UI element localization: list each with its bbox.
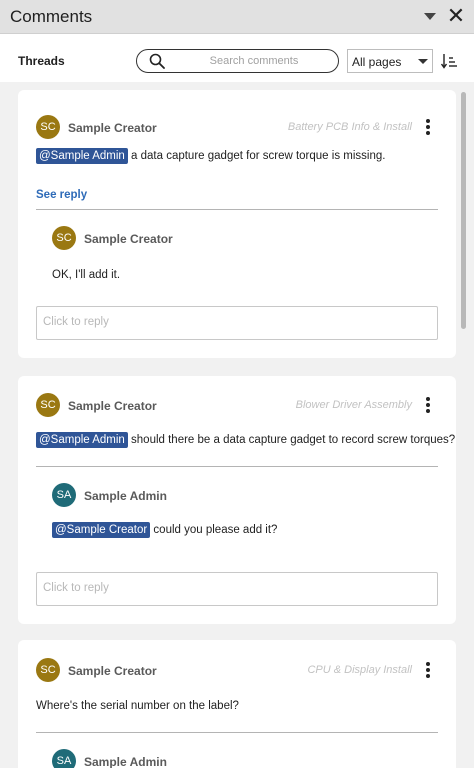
avatar: SC	[52, 226, 76, 250]
reply-author-name: Sample Admin	[84, 755, 167, 768]
more-options-icon[interactable]	[422, 661, 434, 681]
comment-body: a data capture gadget for screw torque i…	[131, 150, 386, 162]
search-icon	[149, 53, 165, 69]
page-reference[interactable]: Blower Driver Assembly	[212, 399, 412, 411]
thread-card: SC Sample Creator Battery PCB Info & Ins…	[18, 90, 456, 358]
comment-text: @Sample Admin should there be a data cap…	[36, 432, 455, 448]
more-options-icon[interactable]	[422, 118, 434, 138]
thread-card: SC Sample Creator CPU & Display Install …	[18, 640, 456, 768]
avatar: SA	[52, 483, 76, 507]
search-input[interactable]	[179, 53, 329, 69]
avatar: SA	[52, 749, 76, 768]
reply-field[interactable]	[36, 306, 438, 340]
page-reference[interactable]: Battery PCB Info & Install	[212, 121, 412, 133]
comment-body: should there be a data capture gadget to…	[131, 434, 456, 446]
panel-header: Comments ✕	[0, 0, 474, 34]
avatar: SC	[36, 658, 60, 682]
page-reference[interactable]: CPU & Display Install	[212, 664, 412, 676]
divider	[36, 732, 438, 733]
mention-tag[interactable]: @Sample Creator	[52, 522, 151, 538]
author-name: Sample Creator	[68, 399, 157, 413]
more-options-icon[interactable]	[422, 396, 434, 416]
reply-input[interactable]	[43, 316, 423, 328]
author-name: Sample Creator	[68, 121, 157, 135]
reply-text: @Sample Creator could you please add it?	[52, 522, 277, 538]
pages-filter-value: All pages	[352, 55, 402, 69]
threads-label: Threads	[18, 54, 65, 68]
thread-card: SC Sample Creator Blower Driver Assembly…	[18, 376, 456, 624]
reply-text: OK, I'll add it.	[52, 269, 121, 281]
see-reply-link[interactable]: See reply	[36, 189, 87, 201]
reply-author-name: Sample Admin	[84, 489, 167, 503]
sort-icon[interactable]	[441, 52, 457, 70]
mention-tag[interactable]: @Sample Admin	[36, 148, 128, 164]
search-box[interactable]	[136, 49, 339, 73]
reply-author-name: Sample Creator	[84, 232, 173, 246]
pages-filter-select[interactable]: All pages	[347, 49, 433, 73]
divider	[36, 466, 438, 467]
collapse-caret-icon[interactable]	[424, 13, 436, 20]
comment-text: Where's the serial number on the label?	[36, 700, 239, 712]
scrollbar-thumb[interactable]	[461, 92, 466, 329]
divider	[36, 209, 438, 210]
reply-input[interactable]	[43, 582, 423, 594]
chevron-down-icon	[418, 59, 428, 64]
panel-title: Comments	[10, 7, 93, 26]
avatar: SC	[36, 115, 60, 139]
mention-tag[interactable]: @Sample Admin	[36, 432, 128, 448]
reply-body: could you please add it?	[153, 524, 278, 536]
threads-list: SC Sample Creator Battery PCB Info & Ins…	[0, 82, 474, 768]
close-icon[interactable]: ✕	[445, 4, 467, 28]
avatar: SC	[36, 393, 60, 417]
reply-field[interactable]	[36, 572, 438, 606]
author-name: Sample Creator	[68, 664, 157, 678]
comment-text: @Sample Admin a data capture gadget for …	[36, 148, 385, 164]
